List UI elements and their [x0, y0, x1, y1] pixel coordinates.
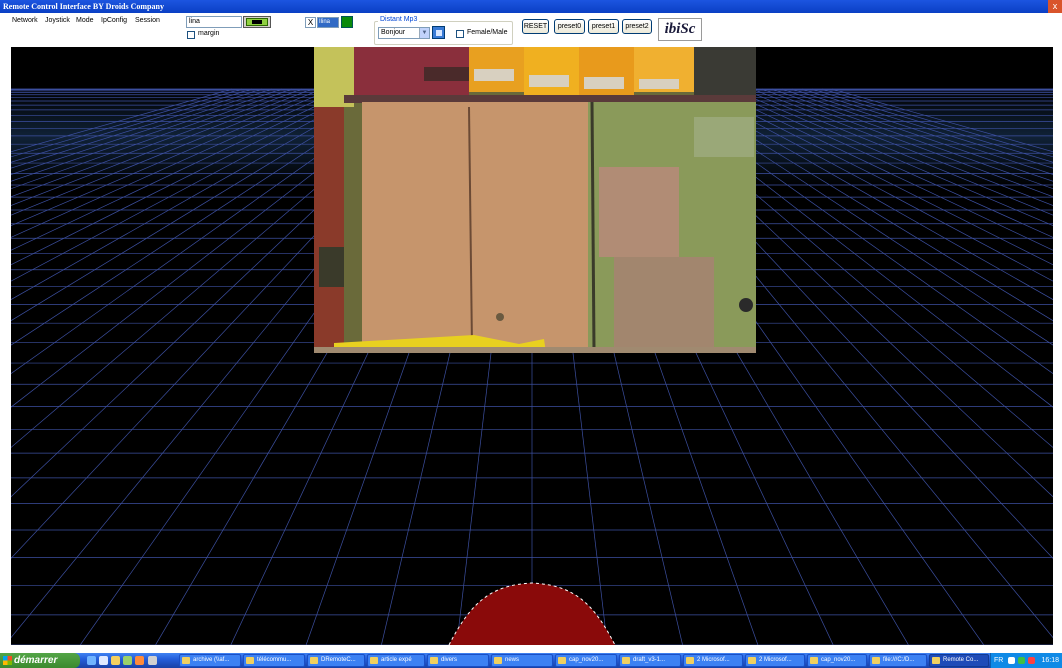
robot-marker	[449, 583, 615, 645]
menu-network[interactable]: Network	[12, 14, 38, 28]
selected-field[interactable]: Ilina	[317, 17, 339, 28]
start-button[interactable]: démarrer	[0, 653, 80, 668]
network-icon[interactable]	[1008, 657, 1015, 664]
female-male-label: Female/Male	[467, 29, 508, 36]
taskbar-item-active[interactable]: Remote Co...	[929, 654, 989, 667]
play-mp3-button[interactable]	[432, 26, 445, 39]
taskbar-item[interactable]: news	[491, 654, 553, 667]
connect-button[interactable]	[243, 16, 271, 28]
window-icon	[686, 657, 694, 664]
desktop-quicklaunch-icon[interactable]	[99, 656, 108, 665]
window-icon	[246, 657, 254, 664]
image-icon	[558, 657, 566, 664]
mp3-select[interactable]: Bonjour ▼	[378, 27, 430, 39]
margin-label: margin	[198, 30, 220, 37]
misc-quicklaunch-icon[interactable]	[148, 656, 157, 665]
image-icon	[810, 657, 818, 664]
plug-icon	[246, 18, 268, 26]
alert-icon[interactable]	[1028, 657, 1035, 664]
ibisc-logo: ibiSc	[658, 18, 702, 41]
window-icon	[748, 657, 756, 664]
security-icon[interactable]	[1018, 657, 1025, 664]
taskbar-item[interactable]: télécommu...	[243, 654, 305, 667]
folder-icon	[370, 657, 378, 664]
folder-icon	[310, 657, 318, 664]
taskbar-item[interactable]: archive (\\af...	[179, 654, 241, 667]
taskbar: démarrer archive (\\af... télécommu... D…	[0, 653, 1062, 668]
distant-mp3-label: Distant Mp3	[378, 16, 420, 23]
taskbar-item[interactable]: cap_nov20...	[555, 654, 617, 667]
preset0-button[interactable]: preset0	[554, 19, 585, 34]
status-indicator	[341, 16, 353, 28]
play-icon	[435, 29, 442, 36]
taskbar-item[interactable]: DRemoteC...	[307, 654, 365, 667]
document-icon	[622, 657, 630, 664]
taskbar-item[interactable]: 2 Microsof...	[745, 654, 805, 667]
firefox-quicklaunch-icon[interactable]	[135, 656, 144, 665]
chevron-down-icon[interactable]: ▼	[419, 28, 429, 38]
taskbar-item[interactable]: 2 Microsof...	[683, 654, 743, 667]
window-title: Remote Control Interface BY Droids Compa…	[3, 2, 164, 11]
start-label: démarrer	[14, 655, 58, 666]
close-icon[interactable]: x	[1048, 0, 1062, 13]
taskbar-item[interactable]: article expé	[367, 654, 425, 667]
app-icon	[932, 657, 940, 664]
window-icon	[182, 657, 190, 664]
taskbar-item[interactable]: file:///C:/D...	[869, 654, 927, 667]
taskbar-item[interactable]: cap_nov20...	[807, 654, 867, 667]
windows-flag-icon	[3, 656, 12, 665]
terminal-icon	[872, 657, 880, 664]
robot-3d-viewport[interactable]	[11, 47, 1053, 645]
taskbar-item[interactable]: divers	[427, 654, 489, 667]
taskbar-item[interactable]: draft_v3-1...	[619, 654, 681, 667]
browser-quicklaunch-icon[interactable]	[87, 656, 96, 665]
mp3-select-value: Bonjour	[381, 29, 406, 36]
system-tray: FR 16:18	[990, 653, 1062, 668]
margin-checkbox[interactable]	[187, 31, 195, 39]
menu-ipconfig[interactable]: IpConfig	[101, 14, 127, 28]
folder-icon	[430, 657, 438, 664]
language-indicator[interactable]: FR	[994, 653, 1003, 668]
female-male-checkbox[interactable]	[456, 30, 464, 38]
folder-quicklaunch-icon[interactable]	[111, 656, 120, 665]
menu-session[interactable]: Session	[135, 14, 160, 28]
window-title-bar: Remote Control Interface BY Droids Compa…	[0, 0, 1062, 13]
menu-mode[interactable]: Mode	[76, 14, 94, 28]
name-input[interactable]: lina	[186, 16, 242, 28]
preset1-button[interactable]: preset1	[588, 19, 619, 34]
preset2-button[interactable]: preset2	[622, 19, 652, 34]
clock: 16:18	[1041, 657, 1059, 664]
reset-button[interactable]: RESET	[522, 19, 549, 34]
camera-feed	[314, 47, 756, 353]
x-checkbox[interactable]: X	[305, 17, 316, 28]
menu-joystick[interactable]: Joystick	[45, 14, 70, 28]
app-quicklaunch-icon[interactable]	[123, 656, 132, 665]
folder-icon	[494, 657, 502, 664]
